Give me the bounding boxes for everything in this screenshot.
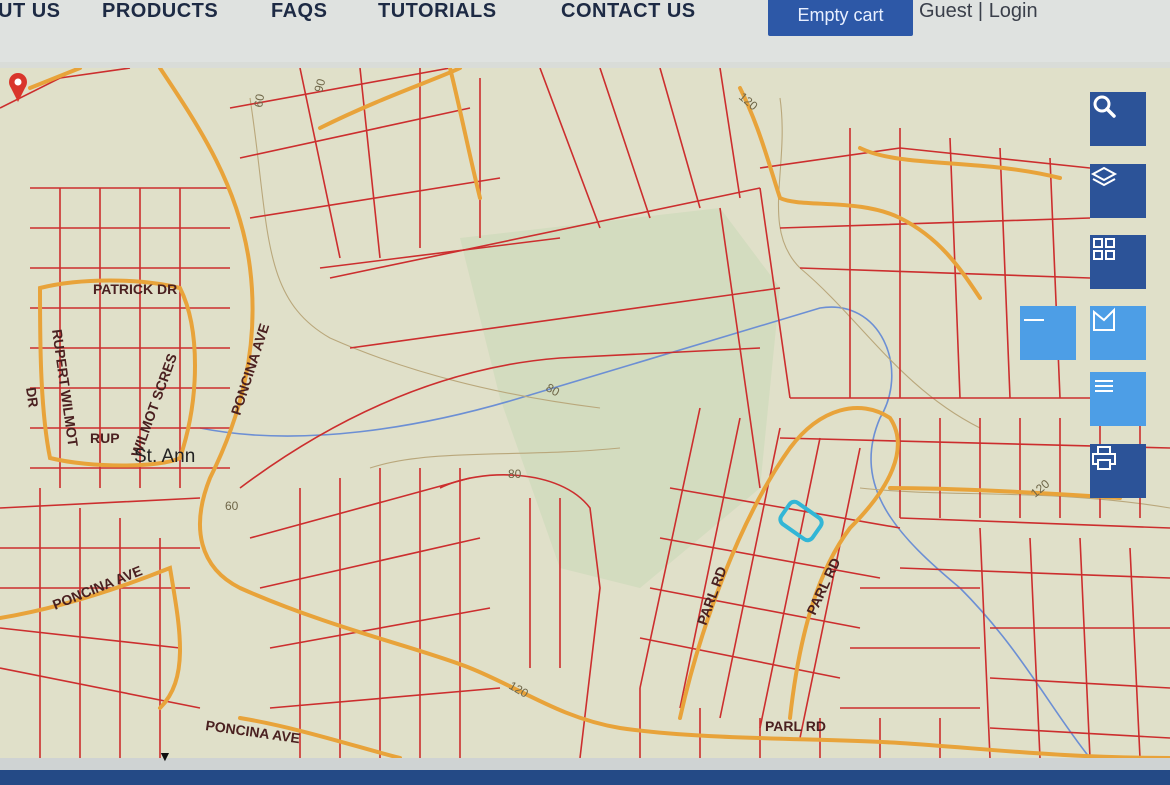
grid-icon (1093, 238, 1115, 260)
map-grid-button[interactable] (1090, 235, 1146, 289)
print-icon (1092, 446, 1116, 470)
nav-tutorials[interactable]: TUTORIALS (378, 0, 497, 23)
label-rup: RUP (90, 430, 120, 446)
location-pin-icon[interactable] (9, 73, 27, 102)
list-button[interactable] (1090, 372, 1146, 426)
label-patrick-dr: PATRICK DR (93, 281, 177, 297)
selected-parcel[interactable] (778, 499, 824, 543)
map-layers-button[interactable] (1090, 164, 1146, 218)
guest-link[interactable]: Guest (919, 0, 972, 22)
measure-area-icon (1093, 307, 1115, 331)
label-st-ann: St. Ann (134, 446, 195, 467)
nav-about-us[interactable]: UT US (0, 0, 61, 23)
top-navigation: UT US PRODUCTS FAQS TUTORIALS CONTACT US… (0, 0, 1170, 62)
nav-products[interactable]: PRODUCTS (102, 0, 218, 23)
label-dr: DR (23, 386, 42, 408)
contour-label-60: 60 (251, 93, 267, 109)
account-links: Guest | Login (919, 0, 1038, 23)
contour-label-60-low: 60 (225, 499, 239, 513)
empty-cart-button[interactable]: Empty cart (768, 0, 913, 36)
measure-line-button[interactable] (1020, 306, 1076, 360)
contour-label-120-bottom: 120 (507, 678, 532, 700)
wetland-area (460, 208, 780, 588)
label-parl-rd-bottom: PARL RD (765, 718, 826, 734)
layers-icon (1090, 166, 1118, 187)
parcel-map[interactable]: PATRICK DR RUPERT WILMOT DR PONCINA AVE … (0, 68, 1170, 758)
label-wilmot-scres: WILMOT SCRES (128, 351, 180, 459)
caret-down-icon[interactable]: ▼ (158, 748, 172, 764)
login-link[interactable]: Login (989, 0, 1038, 22)
contour-label-80-low: 80 (508, 467, 522, 481)
map-canvas[interactable]: PATRICK DR RUPERT WILMOT DR PONCINA AVE … (0, 68, 1170, 758)
print-button[interactable] (1090, 444, 1146, 498)
contour-label-120-right: 120 (1028, 476, 1053, 500)
measure-area-button[interactable] (1090, 306, 1146, 360)
list-icon (1095, 380, 1113, 392)
search-icon (1093, 95, 1116, 118)
map-search-button[interactable] (1090, 92, 1146, 146)
measure-line-icon (1024, 319, 1044, 321)
label-parl-rd-1: PARL RD (694, 564, 730, 627)
separator: | (977, 0, 984, 22)
footer-strip (0, 770, 1170, 785)
nav-faqs[interactable]: FAQS (271, 0, 327, 23)
contour-label-120-top: 120 (736, 90, 761, 114)
nav-contact-us[interactable]: CONTACT US (561, 0, 696, 23)
